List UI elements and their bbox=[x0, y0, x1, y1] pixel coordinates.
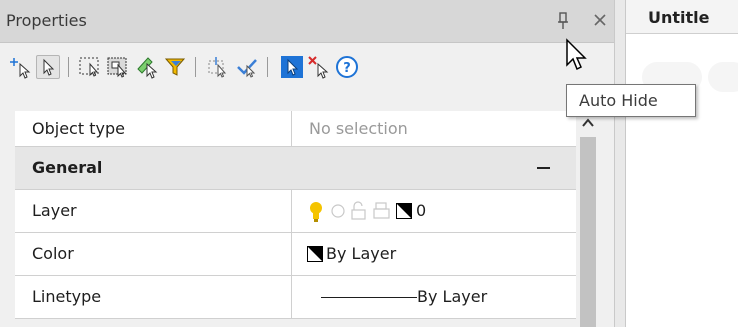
freeze-icon bbox=[331, 204, 345, 218]
pin-icon[interactable] bbox=[556, 12, 570, 30]
plot-icon bbox=[373, 202, 390, 219]
toolbar-separator bbox=[68, 57, 69, 77]
palette-header: Properties bbox=[0, 0, 614, 43]
property-value: By Layer bbox=[326, 244, 397, 263]
autocad-window: Properties ? Object type No selection Ge… bbox=[0, 0, 738, 327]
palette-title: Properties bbox=[6, 11, 87, 30]
close-icon[interactable] bbox=[591, 11, 609, 29]
collapse-icon[interactable] bbox=[537, 167, 550, 169]
property-value: No selection bbox=[309, 119, 408, 138]
select-objects-icon bbox=[43, 58, 55, 76]
property-row-color[interactable]: Color By Layer bbox=[15, 233, 576, 276]
property-label: Linetype bbox=[32, 287, 102, 306]
panel-splitter[interactable] bbox=[614, 0, 626, 327]
property-row-layer[interactable]: Layer 0 bbox=[15, 190, 576, 233]
properties-palette: Properties ? Object type No selection Ge… bbox=[0, 0, 614, 327]
mouse-cursor-icon bbox=[566, 38, 587, 71]
deselect-icon[interactable] bbox=[307, 55, 331, 79]
auto-hide-tooltip: Auto Hide bbox=[566, 84, 696, 117]
category-label: General bbox=[32, 158, 103, 177]
help-icon[interactable]: ? bbox=[335, 55, 359, 79]
filter-icon[interactable] bbox=[163, 55, 187, 79]
select-objects-button[interactable] bbox=[36, 55, 60, 79]
linetype-sample-line bbox=[321, 297, 417, 298]
select-similar-icon[interactable] bbox=[207, 55, 231, 79]
toggle-pickadd-icon[interactable] bbox=[280, 55, 304, 79]
svg-text:?: ? bbox=[343, 61, 351, 76]
property-label: Color bbox=[32, 244, 74, 263]
drawing-area[interactable]: Untitle bbox=[626, 0, 738, 327]
viewcube-ghost bbox=[708, 62, 738, 92]
property-value: By Layer bbox=[417, 287, 488, 306]
property-value: 0 bbox=[416, 201, 427, 220]
property-row-object-type[interactable]: Object type No selection bbox=[15, 111, 576, 147]
toolbar-separator bbox=[267, 57, 268, 77]
vertical-scrollbar[interactable] bbox=[576, 111, 600, 327]
color-swatch-icon bbox=[396, 203, 412, 219]
crossing-select-icon[interactable] bbox=[106, 55, 130, 79]
property-row-linetype[interactable]: Linetype By Layer bbox=[15, 276, 576, 319]
property-label: Object type bbox=[32, 119, 125, 138]
lightbulb-icon bbox=[310, 202, 322, 222]
tooltip-text: Auto Hide bbox=[579, 91, 658, 110]
properties-toolbar: ? bbox=[0, 43, 614, 89]
lock-icon bbox=[351, 201, 366, 220]
property-label: Layer bbox=[32, 201, 77, 220]
drawing-tab[interactable]: Untitle bbox=[626, 0, 738, 34]
drawing-tab-label: Untitle bbox=[648, 8, 710, 27]
category-general[interactable]: General bbox=[15, 147, 576, 190]
scrollbar-thumb[interactable] bbox=[580, 137, 596, 327]
match-properties-icon[interactable] bbox=[235, 55, 259, 79]
add-selection-icon[interactable] bbox=[10, 55, 34, 79]
window-select-icon[interactable] bbox=[78, 55, 102, 79]
toolbar-separator bbox=[195, 57, 196, 77]
color-swatch-icon bbox=[307, 246, 323, 262]
quick-select-icon[interactable] bbox=[136, 55, 160, 79]
